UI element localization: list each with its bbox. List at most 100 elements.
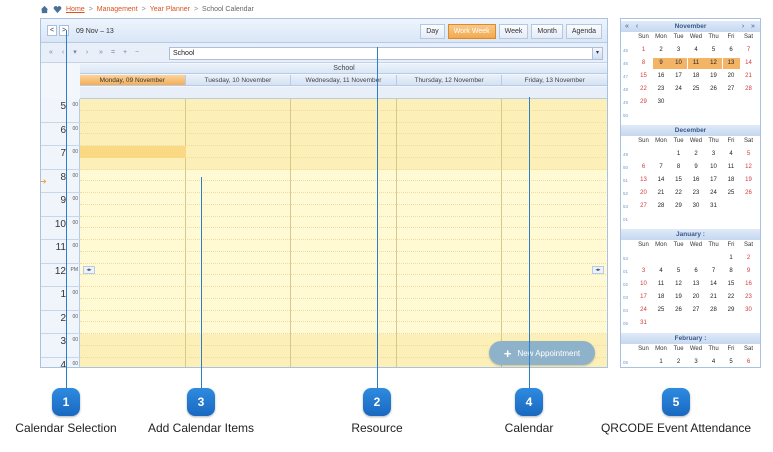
mini-day[interactable]: 23 (688, 188, 705, 199)
mini-day[interactable]: 27 (635, 201, 652, 212)
heart-icon[interactable] (53, 5, 62, 14)
mini-day[interactable]: 10 (635, 279, 652, 290)
day-column[interactable] (502, 99, 607, 367)
mini-day[interactable]: 3 (670, 45, 687, 56)
mini-day[interactable]: 27 (688, 305, 705, 316)
mini-day[interactable]: 15 (635, 71, 652, 82)
zoom-in-icon[interactable]: + (121, 49, 129, 57)
mini-day[interactable]: 12 (705, 58, 722, 69)
mini-day[interactable]: 25 (723, 188, 740, 199)
date-range[interactable]: 09 Nov – 13 (76, 28, 114, 35)
mini-day[interactable]: 8 (635, 58, 652, 69)
mini-day[interactable]: 7 (705, 266, 722, 277)
mini-day[interactable]: 26 (670, 305, 687, 316)
mini-day[interactable]: 14 (653, 175, 670, 186)
mini-day[interactable]: 13 (722, 58, 740, 69)
mini-day[interactable]: 14 (705, 279, 722, 290)
prev-year-icon[interactable]: « (623, 22, 631, 31)
mini-day[interactable]: 1 (723, 253, 740, 264)
prev-button[interactable]: < (47, 25, 57, 36)
mini-day[interactable]: 24 (705, 188, 722, 199)
mini-day[interactable]: 15 (723, 279, 740, 290)
mini-day[interactable]: 4 (653, 266, 670, 277)
mini-day[interactable]: 11 (653, 279, 670, 290)
mini-day[interactable]: 18 (688, 71, 705, 82)
mini-day[interactable]: 20 (723, 71, 740, 82)
mini-day[interactable]: 5 (740, 149, 757, 160)
mini-day[interactable]: 31 (635, 318, 652, 329)
collapse-right-icon[interactable]: ◂▸ (592, 266, 604, 274)
mini-day[interactable]: 7 (653, 162, 670, 173)
mini-day[interactable]: 21 (705, 292, 722, 303)
day-column[interactable] (80, 99, 186, 367)
last-page-icon[interactable]: » (97, 49, 105, 57)
mini-day[interactable]: 1 (653, 357, 670, 367)
mini-day[interactable]: 19 (670, 292, 687, 303)
mini-day[interactable]: 2 (653, 45, 670, 56)
equals-icon[interactable]: = (109, 49, 117, 57)
mini-day[interactable]: 4 (688, 45, 705, 56)
mini-day[interactable]: 26 (705, 84, 722, 95)
day-header[interactable]: Monday, 09 November (80, 75, 186, 86)
mini-day[interactable]: 6 (723, 45, 740, 56)
breadcrumb-year-planner[interactable]: Year Planner (150, 6, 190, 13)
day-header[interactable]: Thursday, 12 November (396, 75, 503, 86)
mini-day[interactable]: 20 (688, 292, 705, 303)
mini-day[interactable]: 30 (653, 97, 670, 108)
mini-day[interactable]: 17 (705, 175, 722, 186)
mini-day[interactable]: 24 (670, 84, 687, 95)
mini-day[interactable]: 6 (635, 162, 652, 173)
mini-day[interactable]: 22 (723, 292, 740, 303)
mini-day[interactable]: 21 (653, 188, 670, 199)
day-header[interactable]: Wednesday, 11 November (291, 75, 397, 86)
view-tab-day[interactable]: Day (420, 24, 445, 39)
mini-day[interactable]: 6 (740, 357, 757, 367)
mini-day[interactable]: 3 (688, 357, 705, 367)
mini-day[interactable]: 20 (635, 188, 652, 199)
mini-day[interactable]: 1 (670, 149, 687, 160)
first-page-icon[interactable]: « (47, 49, 55, 57)
mini-day[interactable]: 9 (652, 58, 670, 69)
mini-day[interactable]: 9 (740, 266, 757, 277)
mini-day[interactable]: 23 (740, 292, 757, 303)
view-tab-work-week[interactable]: Work Week (447, 24, 496, 39)
mini-day[interactable]: 8 (723, 266, 740, 277)
mini-day[interactable]: 3 (705, 149, 722, 160)
mini-day[interactable]: 4 (705, 357, 722, 367)
mini-day[interactable]: 25 (688, 84, 705, 95)
home-icon[interactable] (40, 5, 49, 14)
mini-day[interactable]: 2 (688, 149, 705, 160)
day-column[interactable] (291, 99, 397, 367)
next-page-icon[interactable]: › (83, 49, 91, 57)
next-button[interactable]: > (59, 25, 69, 36)
mini-day[interactable]: 18 (723, 175, 740, 186)
mini-day[interactable]: 10 (670, 58, 687, 69)
breadcrumb-home-link[interactable]: Home (66, 6, 85, 13)
mini-day[interactable]: 18 (653, 292, 670, 303)
mini-day[interactable]: 13 (688, 279, 705, 290)
mini-day[interactable]: 22 (670, 188, 687, 199)
mini-day[interactable]: 17 (670, 71, 687, 82)
mini-day[interactable]: 2 (670, 357, 687, 367)
next-month-icon[interactable]: › (739, 22, 747, 31)
mini-day[interactable]: 5 (723, 357, 740, 367)
mini-day[interactable]: 26 (740, 188, 757, 199)
resource-select[interactable]: School ▾ (169, 47, 603, 60)
mini-day[interactable]: 11 (687, 58, 705, 69)
mini-day[interactable]: 9 (688, 162, 705, 173)
mini-day[interactable]: 11 (723, 162, 740, 173)
mini-day[interactable]: 16 (740, 279, 757, 290)
mini-day[interactable]: 19 (740, 175, 757, 186)
mini-day[interactable]: 4 (723, 149, 740, 160)
mini-day[interactable]: 15 (670, 175, 687, 186)
mini-day[interactable]: 25 (653, 305, 670, 316)
mini-day[interactable]: 13 (635, 175, 652, 186)
day-header[interactable]: Tuesday, 10 November (185, 75, 292, 86)
selected-time-cell[interactable] (80, 146, 186, 158)
mini-day[interactable]: 30 (688, 201, 705, 212)
breadcrumb-management[interactable]: Management (97, 6, 138, 13)
mini-day[interactable]: 22 (635, 84, 652, 95)
day-column[interactable] (397, 99, 503, 367)
mini-day[interactable]: 28 (740, 84, 757, 95)
next-year-icon[interactable]: » (749, 22, 757, 31)
